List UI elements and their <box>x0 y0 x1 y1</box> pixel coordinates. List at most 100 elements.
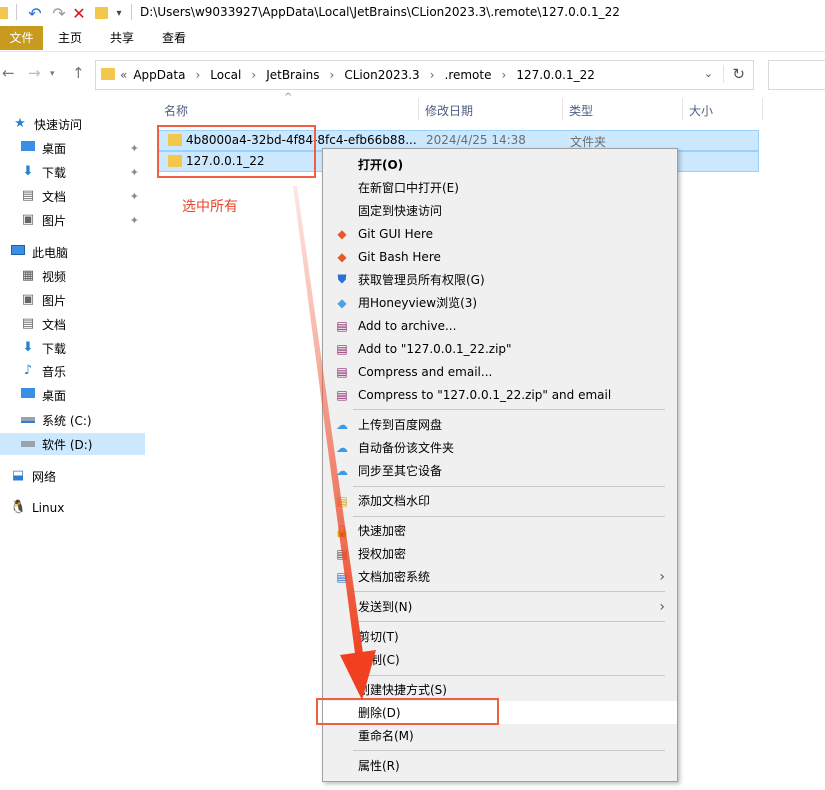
breadcrumb-clion[interactable]: CLion2023.3 <box>344 68 419 82</box>
menu-item-properties[interactable]: 属性(R) <box>323 754 677 777</box>
sidebar-item-pictures[interactable]: ▣ 图片 ✦ <box>0 209 145 231</box>
column-divider[interactable] <box>762 98 763 120</box>
navigation-bar: ← → ▾ ↑ « AppData › Local › JetBrains › … <box>0 56 825 92</box>
column-divider[interactable] <box>682 98 683 120</box>
menu-item-quick-encrypt[interactable]: 🔒 快速加密 <box>323 519 677 542</box>
delete-icon[interactable]: ✕ <box>70 4 88 23</box>
breadcrumb-separator[interactable]: › <box>330 68 335 82</box>
forward-icon[interactable]: → <box>28 64 41 82</box>
recent-dropdown-icon[interactable]: ▾ <box>50 69 55 79</box>
download-icon: ⬇ <box>22 164 34 179</box>
address-bar[interactable]: « AppData › Local › JetBrains › CLion202… <box>95 60 754 90</box>
document-icon: ▤ <box>21 188 35 203</box>
column-size[interactable]: 大小 <box>689 102 713 119</box>
sidebar-item-label: 图片 <box>42 213 67 228</box>
sidebar-item-desktop[interactable]: 桌面 ✦ <box>0 137 145 159</box>
menu-item-copy[interactable]: 复制(C) <box>323 648 677 671</box>
pin-icon: ✦ <box>129 189 139 203</box>
tab-share[interactable]: 共享 <box>104 26 140 50</box>
sidebar-item-pictures-pc[interactable]: ▣ 图片 <box>0 289 145 311</box>
column-name[interactable]: 名称 <box>164 102 188 119</box>
redo-icon[interactable]: ↷ <box>50 4 68 23</box>
menu-separator <box>353 750 665 751</box>
column-type[interactable]: 类型 <box>569 102 593 119</box>
breadcrumb-separator[interactable]: › <box>251 68 256 82</box>
menu-item-label: Git GUI Here <box>358 226 434 241</box>
sidebar-item-label: 文档 <box>42 189 67 204</box>
menu-item-send-to[interactable]: 发送到(N) › <box>323 595 677 618</box>
undo-icon[interactable]: ↶ <box>26 4 44 23</box>
menu-item-baidu-backup[interactable]: ☁ 自动备份该文件夹 <box>323 436 677 459</box>
refresh-icon[interactable]: ↻ <box>723 65 745 83</box>
menu-item-label: 添加文档水印 <box>358 494 431 508</box>
up-icon[interactable]: ↑ <box>72 64 85 82</box>
menu-item-auth-encrypt[interactable]: ▤ 授权加密 <box>323 542 677 565</box>
menu-item-label: Add to archive... <box>358 318 457 333</box>
menu-item-label: 复制(C) <box>358 653 400 667</box>
sidebar-item-drive-c[interactable]: 系统 (C:) <box>0 409 145 431</box>
sidebar-item-documents[interactable]: ▤ 文档 ✦ <box>0 185 145 207</box>
menu-item-compress-zip-email[interactable]: ▤ Compress to "127.0.0.1_22.zip" and ema… <box>323 383 677 406</box>
menu-item-baidu-sync[interactable]: ☁ 同步至其它设备 <box>323 459 677 482</box>
menu-item-compress-email[interactable]: ▤ Compress and email... <box>323 360 677 383</box>
winrar-icon: ▤ <box>336 341 348 356</box>
breadcrumb-local[interactable]: Local <box>210 68 241 82</box>
back-icon[interactable]: ← <box>2 64 15 82</box>
sidebar-item-videos[interactable]: ▦ 视频 <box>0 265 145 287</box>
ribbon: 文件 主页 共享 查看 <box>0 26 825 52</box>
column-date[interactable]: 修改日期 <box>425 102 473 119</box>
menu-item-cut[interactable]: 剪切(T) <box>323 625 677 648</box>
lock-icon: ▤ <box>336 569 348 584</box>
sidebar-item-this-pc[interactable]: 此电脑 <box>0 241 145 263</box>
search-input[interactable] <box>768 60 825 90</box>
tab-file[interactable]: 文件 <box>0 26 43 50</box>
music-icon: ♪ <box>23 363 33 378</box>
menu-item-watermark[interactable]: ▤ 添加文档水印 <box>323 489 677 512</box>
menu-item-rename[interactable]: 重命名(M) <box>323 724 677 747</box>
menu-item-label: 剪切(T) <box>358 630 399 644</box>
menu-item-git-bash[interactable]: ◆ Git Bash Here <box>323 245 677 268</box>
breadcrumb-separator[interactable]: › <box>195 68 200 82</box>
menu-item-add-zip[interactable]: ▤ Add to "127.0.0.1_22.zip" <box>323 337 677 360</box>
tab-home[interactable]: 主页 <box>52 26 88 50</box>
breadcrumb-overflow[interactable]: « <box>120 68 127 82</box>
sidebar-item-label: 下载 <box>42 341 67 356</box>
new-folder-icon[interactable] <box>94 4 108 22</box>
breadcrumb-remote[interactable]: .remote <box>445 68 492 82</box>
breadcrumb-jetbrains[interactable]: JetBrains <box>266 68 319 82</box>
customize-dropdown-icon[interactable]: ▾ <box>114 4 124 22</box>
menu-item-admin-permission[interactable]: ⛊ 获取管理员所有权限(G) <box>323 268 677 291</box>
sidebar-item-linux[interactable]: 🐧 Linux <box>0 497 145 519</box>
sidebar-item-desktop-pc[interactable]: 桌面 <box>0 384 145 406</box>
menu-separator <box>353 486 665 487</box>
chevron-down-icon[interactable]: ⌄ <box>704 67 713 80</box>
menu-item-add-archive[interactable]: ▤ Add to archive... <box>323 314 677 337</box>
menu-item-git-gui[interactable]: ◆ Git GUI Here <box>323 222 677 245</box>
shield-icon: ⛊ <box>337 272 347 286</box>
breadcrumb-separator[interactable]: › <box>502 68 507 82</box>
menu-item-honeyview[interactable]: ◆ 用Honeyview浏览(3) <box>323 291 677 314</box>
menu-item-doc-encrypt-system[interactable]: ▤ 文档加密系统 › <box>323 565 677 588</box>
sidebar-item-network[interactable]: ⬓ 网络 <box>0 465 145 487</box>
annotation-selection-box <box>157 125 316 178</box>
breadcrumb-separator[interactable]: › <box>430 68 435 82</box>
breadcrumb-host[interactable]: 127.0.0.1_22 <box>516 68 595 82</box>
column-divider[interactable] <box>562 98 563 120</box>
menu-item-open-new-window[interactable]: 在新窗口中打开(E) <box>323 176 677 199</box>
menu-item-baidu-upload[interactable]: ☁ 上传到百度网盘 <box>323 413 677 436</box>
breadcrumb-appdata[interactable]: AppData <box>133 68 185 82</box>
sidebar-item-drive-d[interactable]: 软件 (D:) <box>0 433 145 455</box>
sidebar-item-downloads[interactable]: ⬇ 下载 ✦ <box>0 161 145 183</box>
watermark-icon: ▤ <box>336 493 348 508</box>
menu-item-label: 打开(O) <box>358 158 404 172</box>
sidebar-item-quick-access[interactable]: ★ 快速访问 <box>0 113 145 135</box>
menu-item-open[interactable]: 打开(O) <box>323 153 677 176</box>
sidebar-item-music[interactable]: ♪ 音乐 <box>0 360 145 382</box>
column-divider[interactable] <box>418 98 419 120</box>
sidebar-item-downloads-pc[interactable]: ⬇ 下载 <box>0 337 145 359</box>
tab-view[interactable]: 查看 <box>156 26 192 50</box>
menu-item-pin-quick-access[interactable]: 固定到快速访问 <box>323 199 677 222</box>
menu-separator <box>353 591 665 592</box>
sidebar-item-documents-pc[interactable]: ▤ 文档 <box>0 313 145 335</box>
menu-separator <box>353 409 665 410</box>
